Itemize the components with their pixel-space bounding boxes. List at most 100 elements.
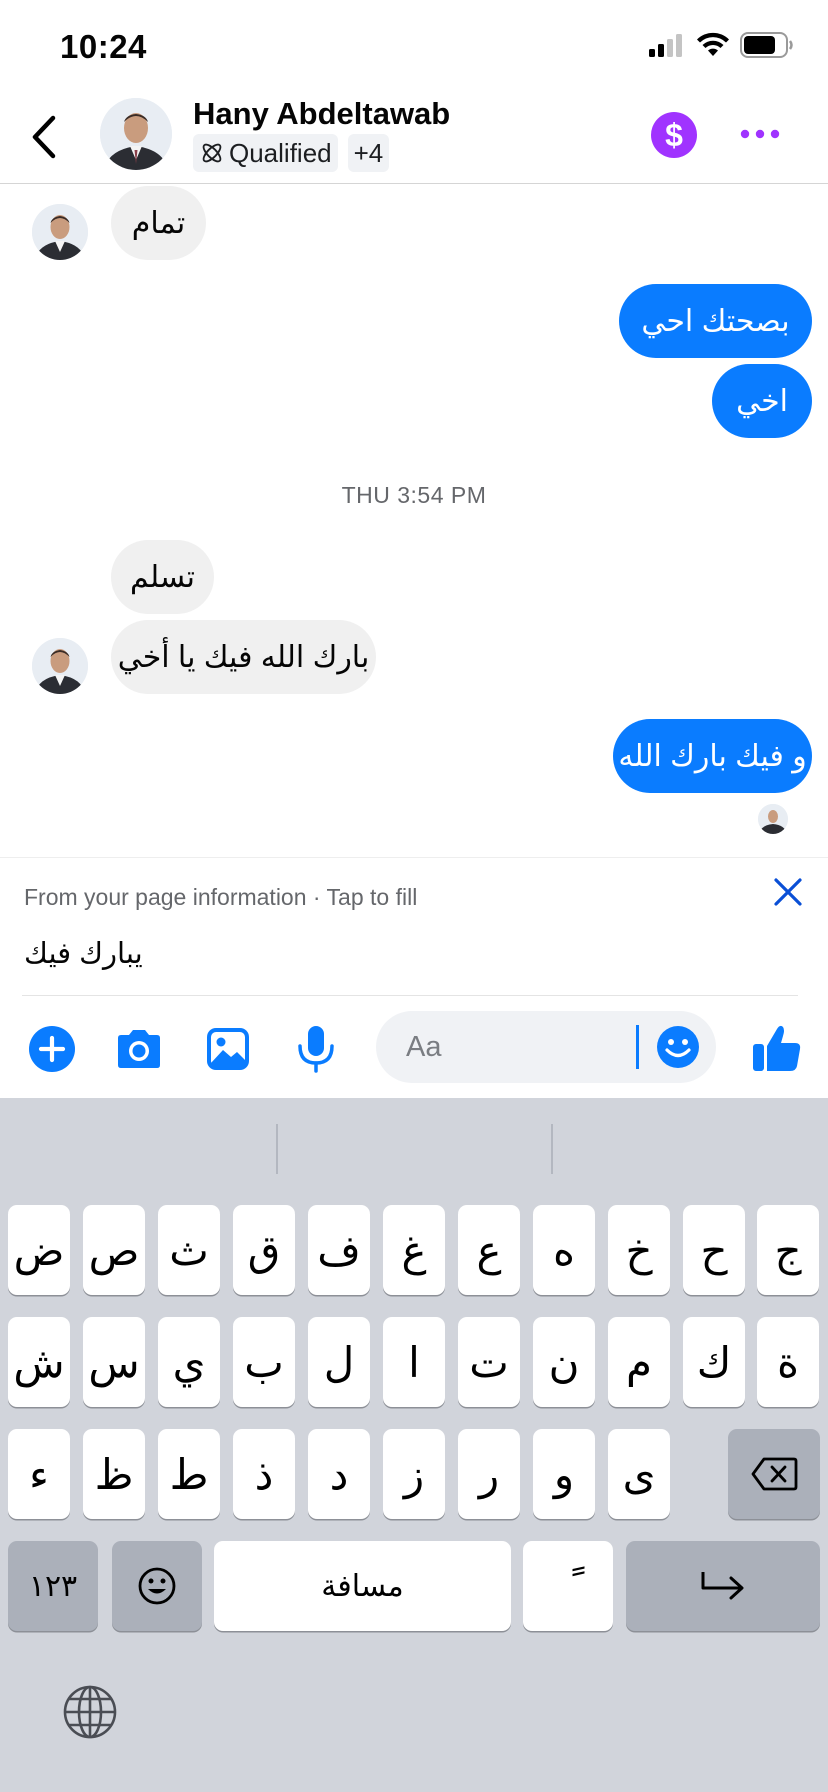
return-key[interactable] <box>626 1541 820 1631</box>
language-switch-button[interactable] <box>62 1684 118 1740</box>
key[interactable]: ه <box>533 1205 595 1295</box>
message-input[interactable] <box>406 1025 646 1069</box>
key[interactable]: و <box>533 1429 595 1519</box>
key[interactable]: ب <box>233 1317 295 1407</box>
key[interactable]: ش <box>8 1317 70 1407</box>
incoming-message[interactable]: بارك الله فيك يا أخي <box>111 620 376 694</box>
thumbs-up-icon <box>753 1025 801 1071</box>
outgoing-message[interactable]: اخي <box>712 364 812 438</box>
emoji-key[interactable] <box>112 1541 202 1631</box>
suggestion-hint: From your page information · Tap to fill <box>24 884 418 910</box>
dismiss-suggestion-button[interactable] <box>770 874 806 910</box>
like-button[interactable] <box>749 1020 805 1076</box>
backspace-key[interactable] <box>728 1429 820 1519</box>
key[interactable]: ث <box>158 1205 220 1295</box>
gallery-button[interactable] <box>203 1024 253 1074</box>
prediction-divider <box>276 1124 278 1174</box>
contact-avatar[interactable] <box>100 98 172 170</box>
emoji-icon <box>138 1567 176 1605</box>
key[interactable]: ط <box>158 1429 220 1519</box>
key[interactable]: ا <box>383 1317 445 1407</box>
voice-message-button[interactable] <box>291 1024 341 1074</box>
key[interactable]: ك <box>683 1317 745 1407</box>
emoji-icon <box>657 1026 699 1068</box>
key[interactable]: ة <box>757 1317 819 1407</box>
sender-avatar[interactable] <box>32 638 88 694</box>
key[interactable]: ص <box>83 1205 145 1295</box>
more-dots-icon <box>740 129 780 139</box>
message-composer <box>0 1000 828 1096</box>
payment-button[interactable]: $ <box>651 112 697 158</box>
suggested-reply[interactable]: يبارك فيك <box>24 936 143 971</box>
incoming-message[interactable]: تسلم <box>111 540 214 614</box>
key[interactable]: ع <box>458 1205 520 1295</box>
prediction-divider <box>551 1124 553 1174</box>
message-timestamp: THU 3:54 PM <box>341 482 487 508</box>
image-icon <box>207 1028 249 1070</box>
contact-tags: Qualified +4 <box>193 134 390 172</box>
add-attachment-button[interactable] <box>27 1024 77 1074</box>
key[interactable]: ر <box>458 1429 520 1519</box>
status-bar: 10:24 <box>0 0 828 96</box>
cellular-signal-icon <box>649 34 682 57</box>
person-avatar-image <box>32 638 88 694</box>
key[interactable]: ء <box>8 1429 70 1519</box>
battery-icon <box>740 32 793 58</box>
text-caret <box>636 1025 639 1069</box>
atom-icon <box>202 143 222 163</box>
space-key[interactable]: مسافة <box>214 1541 511 1631</box>
key[interactable]: ي <box>158 1317 220 1407</box>
more-options-button[interactable] <box>736 114 784 154</box>
suggested-reply-panel: From your page information · Tap to fill… <box>0 857 828 996</box>
key[interactable]: م <box>608 1317 670 1407</box>
numbers-key[interactable]: ١٢٣ <box>8 1541 98 1631</box>
key[interactable]: ظ <box>83 1429 145 1519</box>
wifi-icon <box>697 32 729 56</box>
key[interactable]: ن <box>533 1317 595 1407</box>
key[interactable]: ق <box>233 1205 295 1295</box>
person-avatar-image <box>100 98 172 170</box>
microphone-icon <box>298 1026 334 1073</box>
outgoing-message[interactable]: بصحتك احي <box>619 284 812 358</box>
conversation-header: Hany Abdeltawab Qualified +4 $ <box>0 96 828 184</box>
outgoing-message[interactable]: و فيك بارك الله <box>613 719 812 793</box>
qualified-tag[interactable]: Qualified <box>193 134 338 172</box>
key[interactable]: ذ <box>233 1429 295 1519</box>
qualified-tag-label: Qualified <box>229 137 332 168</box>
seen-receipt-avatar <box>758 804 788 834</box>
status-icons <box>648 32 794 58</box>
key[interactable]: خ <box>608 1205 670 1295</box>
arabic-keyboard: ض ص ث ق ف غ ع ه خ ح ج ش س ي ب ل ا ت ن م … <box>0 1098 828 1792</box>
back-button[interactable] <box>20 110 68 164</box>
close-icon <box>774 878 802 906</box>
more-tags-badge[interactable]: +4 <box>347 134 390 172</box>
key[interactable]: ح <box>683 1205 745 1295</box>
key[interactable]: ز <box>383 1429 445 1519</box>
backspace-icon <box>751 1457 798 1491</box>
emoji-button[interactable] <box>656 1025 700 1069</box>
incoming-message[interactable]: تمام <box>111 186 206 260</box>
plus-circle-icon <box>29 1026 75 1072</box>
person-avatar-image <box>758 804 788 834</box>
status-time: 10:24 <box>60 28 147 65</box>
key[interactable]: س <box>83 1317 145 1407</box>
person-avatar-image <box>32 204 88 260</box>
camera-button[interactable] <box>114 1024 164 1074</box>
diacritic-key[interactable]: ً <box>523 1541 613 1631</box>
key[interactable]: د <box>308 1429 370 1519</box>
dollar-icon: $ <box>665 116 683 153</box>
contact-name[interactable]: Hany Abdeltawab <box>193 96 450 132</box>
camera-icon <box>118 1030 160 1068</box>
sender-avatar[interactable] <box>32 204 88 260</box>
message-input-box <box>376 1011 716 1083</box>
key[interactable]: ف <box>308 1205 370 1295</box>
divider <box>22 995 798 996</box>
key[interactable]: ض <box>8 1205 70 1295</box>
key[interactable]: ت <box>458 1317 520 1407</box>
key[interactable]: ل <box>308 1317 370 1407</box>
key[interactable]: غ <box>383 1205 445 1295</box>
key[interactable]: ى <box>608 1429 670 1519</box>
return-icon <box>701 1572 744 1600</box>
globe-icon <box>63 1685 117 1739</box>
key[interactable]: ج <box>757 1205 819 1295</box>
